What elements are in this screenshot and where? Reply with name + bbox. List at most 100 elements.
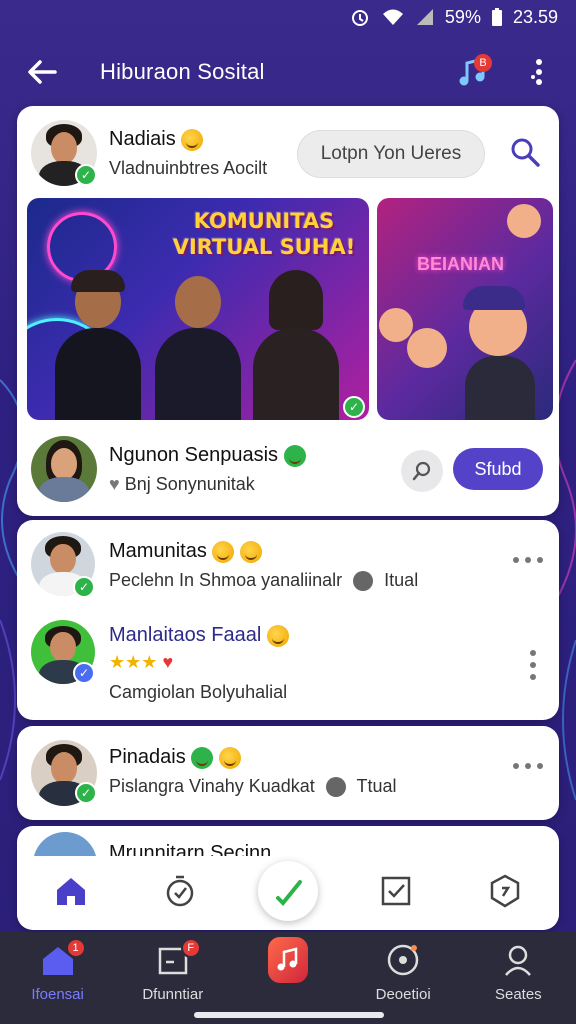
app-bar: Hiburaon Sosital B bbox=[0, 40, 576, 104]
banner-person bbox=[247, 270, 345, 420]
action-pill-button[interactable]: Lotpn Yon Ueres bbox=[297, 130, 485, 178]
verified-icon: ✓ bbox=[73, 662, 95, 684]
follow-subtitle: Bnj Sonynunitak bbox=[124, 474, 255, 494]
list-item-name: Mamunitas bbox=[109, 540, 207, 562]
more-horizontal-icon[interactable] bbox=[513, 762, 543, 770]
timer-button[interactable] bbox=[150, 861, 210, 921]
community-list-card: ✓ Mamunitas Peclehn In Shmoa yanaliinalr… bbox=[17, 520, 559, 720]
check-action-button[interactable] bbox=[257, 861, 318, 921]
side-banner[interactable]: BEIANIAN bbox=[377, 198, 553, 420]
profile-name-row: Nadiais bbox=[109, 128, 204, 151]
search-icon bbox=[511, 138, 540, 167]
nav-badge: F bbox=[180, 938, 201, 958]
more-menu-button[interactable] bbox=[524, 52, 554, 92]
checkbox-icon bbox=[382, 876, 411, 906]
nav-calendar[interactable]: F Dfunntiar bbox=[123, 938, 223, 1003]
heart-icon: ♥ bbox=[109, 474, 120, 494]
music-badge: B bbox=[474, 54, 492, 72]
alarm-icon bbox=[349, 7, 371, 27]
banner-title: KOMUNITAS VIRTUAL SUHA! bbox=[172, 209, 356, 259]
rating-row: ★★★ ♥ bbox=[109, 652, 173, 673]
home-indicator[interactable] bbox=[194, 1012, 384, 1018]
search-small-button[interactable] bbox=[401, 450, 443, 492]
smile-emoji-icon bbox=[266, 624, 289, 647]
clock: 23.59 bbox=[512, 6, 558, 27]
search-icon bbox=[412, 461, 431, 481]
side-banner-sign: BEIANIAN bbox=[417, 254, 505, 274]
signal-icon bbox=[415, 8, 435, 26]
nav-profile[interactable]: Seates bbox=[468, 940, 568, 1003]
page-title: Hiburaon Sosital bbox=[100, 59, 265, 84]
verified-icon bbox=[283, 444, 306, 467]
shield-icon bbox=[490, 874, 519, 908]
smile-emoji-icon bbox=[218, 746, 241, 769]
nav-discover[interactable]: Deoetioi bbox=[353, 940, 453, 1003]
search-icon bbox=[505, 945, 532, 976]
post-card: ✓ Pinadais Pislangra Vinahy Kuadkat Ttua… bbox=[17, 726, 559, 820]
arrow-left-icon bbox=[28, 60, 57, 84]
timer-icon bbox=[166, 875, 193, 907]
checkbox-button[interactable] bbox=[366, 861, 426, 921]
post-name-row: Pinadais bbox=[109, 746, 241, 769]
link-icon bbox=[325, 777, 346, 798]
nav-label: Ifoensai bbox=[31, 986, 84, 1003]
avatar[interactable] bbox=[31, 436, 97, 502]
feed-card-main: ✓ Nadiais Vladnuinbtres Aocilt Lotpn Yon… bbox=[17, 106, 559, 516]
nav-music[interactable] bbox=[238, 937, 338, 986]
inner-nav-bar bbox=[17, 856, 559, 926]
link-icon bbox=[353, 571, 374, 592]
profile-name: Nadiais bbox=[109, 128, 176, 150]
list-item-name-row: Mamunitas bbox=[109, 540, 262, 563]
battery-icon bbox=[491, 7, 503, 27]
community-banner[interactable]: KOMUNITAS VIRTUAL SUHA! ✓ bbox=[27, 198, 369, 420]
post-subtitle-row: Pislangra Vinahy Kuadkat Ttual bbox=[109, 776, 397, 798]
follow-name: Ngunon Senpuasis bbox=[109, 444, 279, 466]
battery-percent: 59% bbox=[444, 6, 481, 27]
smile-emoji-icon bbox=[181, 128, 204, 151]
music-note-icon bbox=[277, 947, 298, 971]
profile-subtitle: Vladnuinbtres Aocilt bbox=[109, 158, 268, 178]
inner-nav-card: Mrunnitarn Secinn bbox=[17, 826, 559, 930]
music-button[interactable]: B bbox=[450, 50, 494, 94]
home-icon bbox=[57, 878, 86, 905]
verified-icon: ✓ bbox=[75, 164, 97, 186]
list-item-tag: Itual bbox=[384, 570, 419, 590]
nav-home[interactable]: 1 Ifoensai bbox=[8, 938, 108, 1003]
banner-person bbox=[149, 270, 247, 420]
nav-label: Deoetioi bbox=[375, 986, 431, 1003]
smile-emoji-icon bbox=[212, 540, 235, 563]
list-item-subtitle: Camgiolan Bolyuhalial bbox=[109, 682, 288, 702]
wifi-icon bbox=[381, 8, 405, 26]
verified-icon: ✓ bbox=[75, 782, 97, 804]
check-icon bbox=[275, 880, 302, 906]
post-subtitle: Pislangra Vinahy Kuadkat bbox=[109, 776, 315, 796]
smile-emoji-icon bbox=[239, 540, 262, 563]
more-vertical-icon bbox=[531, 59, 542, 85]
list-item-subtitle: Peclehn In Shmoa yanaliinalr bbox=[109, 570, 343, 590]
nav-badge: 1 bbox=[65, 938, 86, 958]
heart-icon: ♥ bbox=[162, 652, 174, 672]
bottom-nav: 1 Ifoensai F Dfunntiar Deoetioi Seates bbox=[0, 932, 576, 1024]
verified-icon bbox=[191, 746, 214, 769]
list-item-subtitle-row: Peclehn In Shmoa yanaliinalr Itual bbox=[109, 570, 419, 592]
shield-button[interactable] bbox=[475, 861, 535, 921]
back-button[interactable] bbox=[22, 52, 62, 92]
status-bar: 59% 23.59 bbox=[0, 0, 576, 34]
list-item-name-row: Manlaitaos Faaal bbox=[109, 624, 289, 647]
list-item-name: Manlaitaos Faaal bbox=[109, 624, 262, 646]
nav-label: Dfunntiar bbox=[142, 986, 204, 1003]
more-horizontal-icon[interactable] bbox=[513, 556, 543, 564]
nav-label: Seates bbox=[494, 986, 542, 1003]
post-tag: Ttual bbox=[356, 776, 397, 796]
post-name: Pinadais bbox=[109, 746, 186, 768]
search-button[interactable] bbox=[505, 132, 545, 172]
follow-button[interactable]: Sfubd bbox=[453, 448, 543, 490]
more-vertical-icon[interactable] bbox=[529, 650, 537, 680]
home-button[interactable] bbox=[41, 861, 101, 921]
follow-name-row: Ngunon Senpuasis bbox=[109, 444, 306, 467]
verified-icon: ✓ bbox=[73, 576, 95, 598]
follow-subtitle-row: ♥ Bnj Sonynunitak bbox=[109, 474, 255, 495]
star-rating: ★★★ bbox=[109, 652, 158, 672]
banner-person bbox=[49, 270, 147, 420]
verified-icon: ✓ bbox=[343, 396, 365, 418]
